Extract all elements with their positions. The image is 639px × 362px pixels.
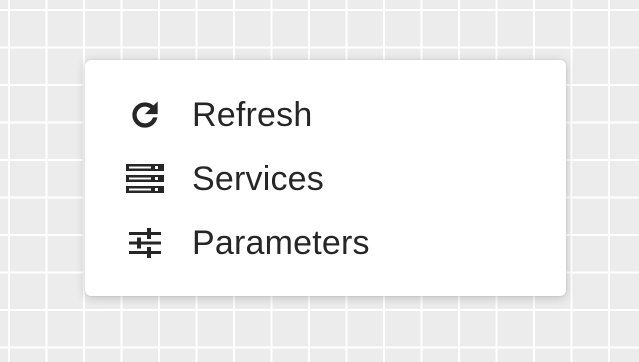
server-stack-icon: [125, 159, 165, 199]
refresh-icon: [125, 95, 165, 135]
menu-item-services[interactable]: Services: [85, 147, 566, 211]
sliders-icon: [125, 223, 165, 263]
menu-item-label: Services: [192, 160, 324, 198]
menu-item-parameters[interactable]: Parameters: [85, 211, 566, 275]
menu-item-label: Parameters: [192, 224, 370, 262]
menu-item-label: Refresh: [192, 96, 313, 134]
menu-item-refresh[interactable]: Refresh: [85, 83, 566, 147]
context-menu: Refresh Services Parameters: [85, 60, 566, 296]
